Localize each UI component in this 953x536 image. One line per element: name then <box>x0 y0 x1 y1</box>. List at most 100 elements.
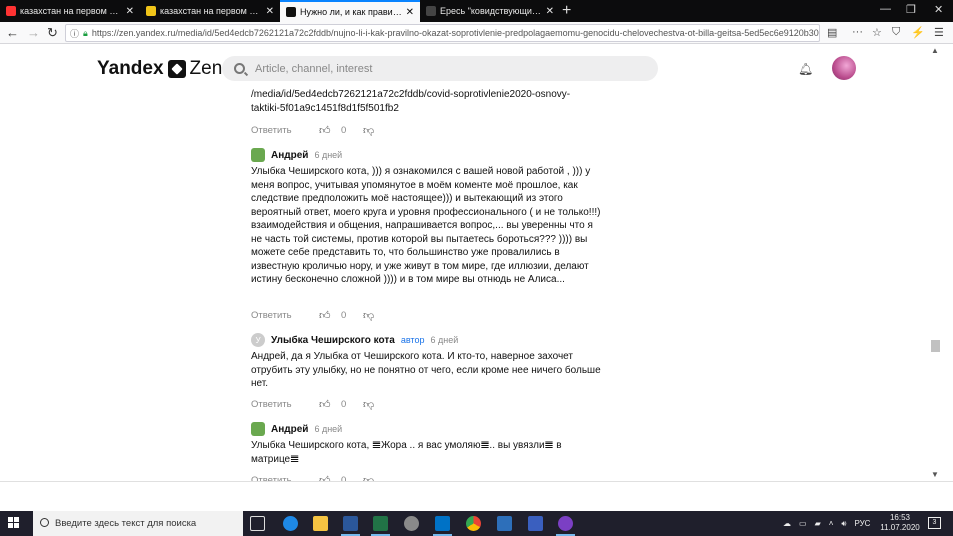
zen-favicon-icon <box>286 7 296 17</box>
shield-app-icon[interactable] <box>528 516 543 531</box>
network-icon[interactable]: ▭ <box>799 519 807 528</box>
close-tab-icon[interactable]: ✕ <box>126 6 134 17</box>
reply-button[interactable]: Ответить <box>251 399 319 410</box>
avatar[interactable] <box>251 422 265 436</box>
like-icon[interactable]: 👍︎ <box>319 309 341 322</box>
tab-label: казахстан на первом месте п <box>160 6 264 16</box>
scroll-up-icon[interactable]: ▲ <box>931 46 939 55</box>
firefox-icon[interactable] <box>556 516 575 536</box>
zen-favicon-icon <box>426 6 436 16</box>
word-icon[interactable] <box>341 516 360 536</box>
minimize-button[interactable]: — <box>880 3 891 15</box>
reload-icon[interactable]: ↻ <box>47 25 58 41</box>
edge-icon[interactable] <box>283 516 298 531</box>
reply-button[interactable]: Ответить <box>251 310 319 321</box>
tab-label: Ересь "ковидствующих" | Буд <box>440 6 544 16</box>
logo-suffix: Zen <box>189 58 223 79</box>
restore-button[interactable]: ❐ <box>906 3 916 16</box>
scroll-down-icon[interactable]: ▼ <box>931 470 939 479</box>
search-icon <box>234 63 245 74</box>
extension-icon[interactable]: ⚡ <box>911 26 925 39</box>
search-input[interactable]: Article, channel, interest <box>222 56 658 81</box>
notification-count: 3 <box>932 519 937 526</box>
author-badge: автор <box>400 335 425 345</box>
comment-time: 6 дней <box>314 424 343 434</box>
close-window-button[interactable]: ✕ <box>934 3 943 16</box>
avatar[interactable]: У <box>251 333 265 347</box>
taskbar-clock[interactable]: 16:53 11.07.2020 <box>880 513 920 533</box>
volume-icon[interactable]: 🔊︎ <box>841 519 846 529</box>
app-icon[interactable] <box>404 516 419 531</box>
system-tray: ☁ ▭ ▰ ˄ 🔊︎ РУС <box>783 511 878 536</box>
chrome-icon[interactable] <box>466 516 481 531</box>
comment-author[interactable]: Андрей <box>271 150 308 161</box>
notification-bell-icon[interactable]: 🔔︎ <box>798 62 813 76</box>
bookmark-star-icon[interactable]: ☆ <box>872 26 882 39</box>
folder-favicon-icon <box>146 6 156 16</box>
page-bottom-area <box>0 481 953 511</box>
avatar[interactable] <box>251 148 265 162</box>
comment-author[interactable]: Андрей <box>271 424 308 435</box>
close-tab-icon[interactable]: ✕ <box>546 6 554 17</box>
outlook-icon[interactable] <box>433 516 452 536</box>
comment-author[interactable]: Улыбка Чеширского кота <box>271 335 395 346</box>
taskbar-search-input[interactable]: Введите здесь текст для поиска <box>33 511 243 536</box>
comment-actions: Ответить 👍︎ 0 👎︎ <box>251 308 374 322</box>
dislike-icon[interactable]: 👎︎ <box>363 309 374 322</box>
user-avatar[interactable] <box>832 56 856 80</box>
weather-icon[interactable]: ☁ <box>783 519 791 528</box>
tab-4[interactable]: Ересь "ковидствующих" | Буд ✕ <box>420 0 560 22</box>
page-scrollbar[interactable] <box>929 44 943 481</box>
forward-icon[interactable]: → <box>27 25 40 40</box>
reader-view-icon[interactable]: ▤ <box>827 26 837 39</box>
like-icon[interactable]: 👍︎ <box>319 398 341 411</box>
back-icon[interactable]: ← <box>6 25 19 40</box>
dislike-icon[interactable]: 👎︎ <box>363 398 374 411</box>
comment-time: 6 дней <box>314 150 343 160</box>
like-icon[interactable]: 👍︎ <box>319 124 341 137</box>
navigation-toolbar: ← → ↻ ⓘ 🔒︎ https://zen.yandex.ru/media/i… <box>0 22 953 44</box>
calculator-icon[interactable] <box>497 516 512 531</box>
comment-text: Андрей, да я Улыбка от Чеширского кота. … <box>251 351 601 389</box>
new-tab-button[interactable]: + <box>562 2 571 20</box>
tab-1[interactable]: казахстан на первом месте п ✕ <box>0 0 140 22</box>
like-count: 0 <box>341 124 347 136</box>
comment-time: 6 дней <box>430 335 459 345</box>
scrollbar-thumb[interactable] <box>931 340 940 352</box>
comment-link-line[interactable]: /media/id/5ed4edcb7262121a72c2fddb/covid… <box>251 88 601 102</box>
zen-logo-icon <box>167 60 186 78</box>
reply-button[interactable]: Ответить <box>251 125 319 136</box>
yandex-zen-logo[interactable]: Yandex Zen <box>97 58 222 80</box>
shield-icon[interactable]: ⛉ <box>892 26 900 39</box>
show-hidden-icon[interactable]: ˄ <box>829 519 834 528</box>
comment-header: Андрей 6 дней <box>251 148 342 162</box>
comment-text: Улыбка Чеширского кота, 𝌆Жора .. я вас у… <box>251 440 562 465</box>
windows-taskbar: Введите здесь текст для поиска ☁ ▭ ▰ ˄ 🔊… <box>0 511 953 536</box>
dislike-icon[interactable]: 👎︎ <box>363 124 374 137</box>
comment-link-line[interactable]: taktiki-5f01a9c1451f8d1f5f501fb2 <box>251 102 601 116</box>
clock-time: 16:53 <box>889 513 911 522</box>
battery-icon[interactable]: ▰ <box>815 519 821 528</box>
tab-2[interactable]: казахстан на первом месте п ✕ <box>140 0 280 22</box>
notification-center-icon[interactable]: 3 <box>928 517 941 529</box>
excel-icon[interactable] <box>371 516 390 536</box>
comment-text: /media/id/5ed4edcb7262121a72c2fddb/covid… <box>251 88 601 115</box>
keyboard-language[interactable]: РУС <box>854 519 870 528</box>
comment-actions: Ответить 👍︎ 0 👎︎ <box>251 123 374 137</box>
tab-label: казахстан на первом месте п <box>20 6 124 16</box>
menu-icon[interactable]: ☰ <box>934 26 944 39</box>
file-explorer-icon[interactable] <box>313 516 328 531</box>
tab-strip: казахстан на первом месте п ✕ казахстан … <box>0 0 953 22</box>
windows-start-icon[interactable] <box>8 517 20 529</box>
search-icon <box>40 518 49 527</box>
comment-text: Улыбка Чеширского кота, ))) я ознакомилс… <box>251 166 601 285</box>
more-icon[interactable]: ··· <box>852 26 863 38</box>
url-text: https://zen.yandex.ru/media/id/5ed4edcb7… <box>91 28 819 38</box>
close-tab-icon[interactable]: ✕ <box>266 6 274 17</box>
url-bar[interactable]: ⓘ 🔒︎ https://zen.yandex.ru/media/id/5ed4… <box>65 24 820 42</box>
close-tab-icon[interactable]: ✕ <box>406 7 414 18</box>
info-icon[interactable]: ⓘ <box>70 27 79 40</box>
task-view-icon[interactable] <box>250 516 265 531</box>
search-placeholder: Article, channel, interest <box>255 62 373 75</box>
tab-3-active[interactable]: Нужно ли, и как правильно о ✕ <box>280 0 420 22</box>
